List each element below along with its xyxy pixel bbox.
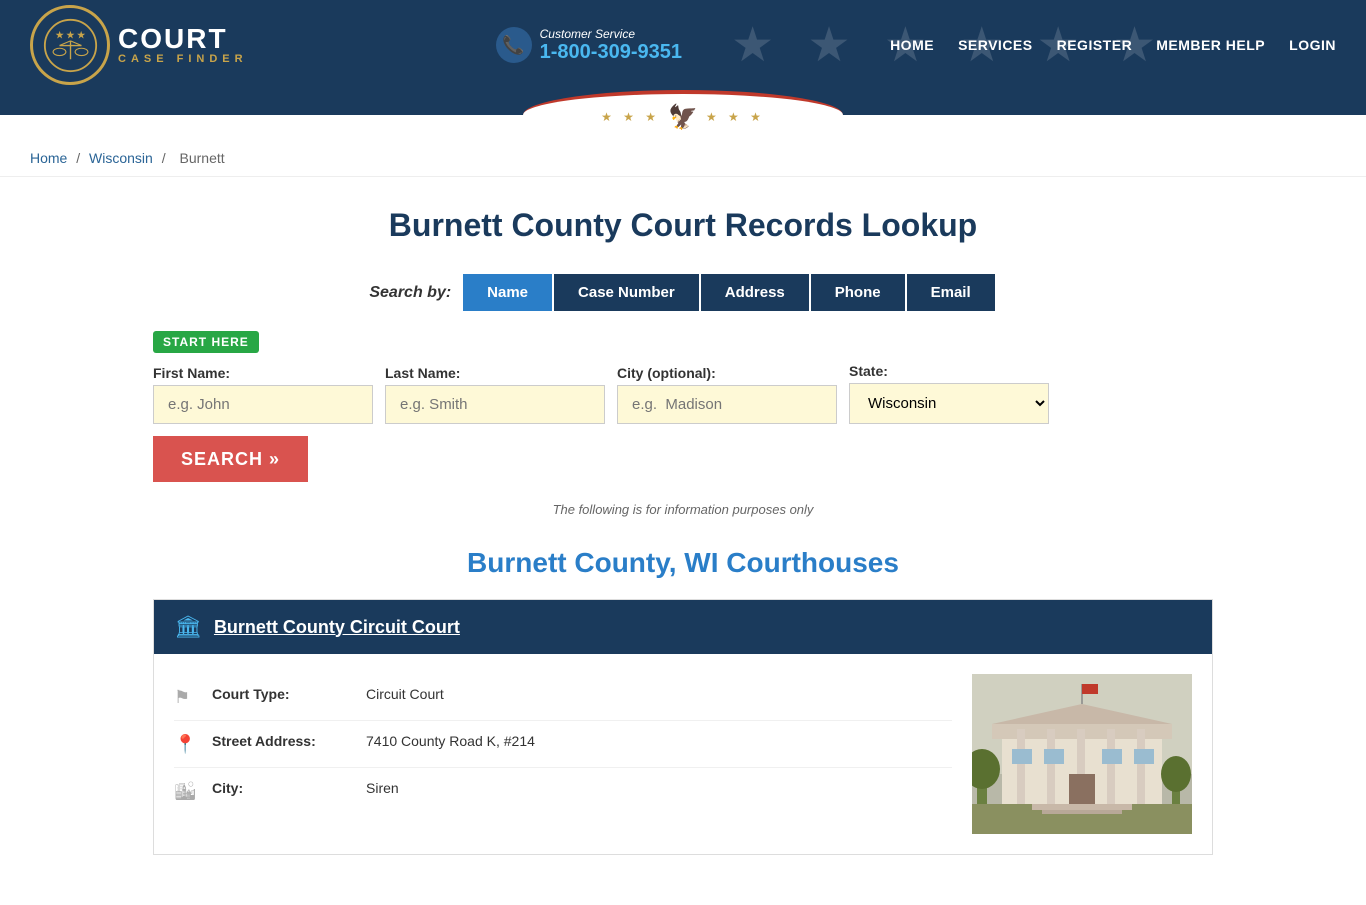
city-group: City (optional): xyxy=(617,365,837,424)
search-form: First Name: Last Name: City (optional): … xyxy=(153,363,1213,482)
last-name-label: Last Name: xyxy=(385,365,605,381)
search-button[interactable]: SEARCH » xyxy=(153,436,308,482)
court-type-label: Court Type: xyxy=(212,686,352,702)
city-icon: 🏙 xyxy=(174,781,198,802)
nav-home[interactable]: HOME xyxy=(890,37,934,53)
logo-text: COURT CASE FINDER xyxy=(118,25,248,65)
court-image xyxy=(972,674,1192,834)
logo-badge: ★ ★ ★ xyxy=(30,5,110,85)
breadcrumb-sep1: / xyxy=(76,150,84,166)
state-select[interactable]: Wisconsin xyxy=(849,383,1049,424)
tab-phone[interactable]: Phone xyxy=(811,274,905,311)
courthouse-icon: 🏛 xyxy=(174,614,202,640)
court-type-value: Circuit Court xyxy=(366,686,444,702)
stars-left: ★ ★ ★ xyxy=(601,110,660,124)
logo-subtitle: CASE FINDER xyxy=(118,53,248,65)
search-arrow-icon: » xyxy=(269,449,280,470)
search-by-label: Search by: xyxy=(369,284,451,302)
tab-case-number[interactable]: Case Number xyxy=(554,274,699,311)
city-detail-label: City: xyxy=(212,780,352,796)
svg-text:★ ★ ★: ★ ★ ★ xyxy=(54,30,86,40)
stars-right: ★ ★ ★ xyxy=(706,110,765,124)
nav-member-help[interactable]: MEMBER HELP xyxy=(1156,37,1265,53)
breadcrumb-county: Burnett xyxy=(180,150,225,166)
address-value: 7410 County Road K, #214 xyxy=(366,733,535,749)
breadcrumb-sep2: / xyxy=(162,150,170,166)
eagle-icon: 🦅 xyxy=(668,103,698,132)
court-card-body: ⚑ Court Type: Circuit Court 📍 Street Add… xyxy=(154,654,1212,854)
court-type-icon: ⚑ xyxy=(174,687,198,708)
last-name-group: Last Name: xyxy=(385,365,605,424)
court-city-row: 🏙 City: Siren xyxy=(174,768,952,814)
phone-icon: 📞 xyxy=(496,27,532,63)
site-header: ★ ★ ★ ★ ★ ★ ★ ★ ★ COURT CASE FINDER 📞 Cu… xyxy=(0,0,1366,90)
nav-login[interactable]: LOGIN xyxy=(1289,37,1336,53)
address-icon: 📍 xyxy=(174,734,198,755)
city-input[interactable] xyxy=(617,385,837,424)
city-label: City (optional): xyxy=(617,365,837,381)
tab-email[interactable]: Email xyxy=(907,274,995,311)
court-card: 🏛 Burnett County Circuit Court ⚑ Court T… xyxy=(153,599,1213,855)
eagle-banner-inner: ★ ★ ★ 🦅 ★ ★ ★ xyxy=(523,90,843,140)
search-button-label: SEARCH xyxy=(181,449,263,470)
main-nav: HOME SERVICES REGISTER MEMBER HELP LOGIN xyxy=(890,37,1336,53)
search-section: Search by: Name Case Number Address Phon… xyxy=(153,274,1213,482)
court-details: ⚑ Court Type: Circuit Court 📍 Street Add… xyxy=(174,674,952,834)
cs-number: 1-800-309-9351 xyxy=(540,41,682,64)
breadcrumb: Home / Wisconsin / Burnett xyxy=(0,140,1366,177)
nav-services[interactable]: SERVICES xyxy=(958,37,1033,53)
cs-label: Customer Service xyxy=(540,27,682,41)
logo-area: ★ ★ ★ COURT CASE FINDER xyxy=(30,5,248,85)
last-name-input[interactable] xyxy=(385,385,605,424)
city-detail-value: Siren xyxy=(366,780,399,796)
first-name-label: First Name: xyxy=(153,365,373,381)
state-label: State: xyxy=(849,363,1049,379)
cs-text: Customer Service 1-800-309-9351 xyxy=(540,27,682,64)
info-note: The following is for information purpose… xyxy=(153,502,1213,517)
court-name-link[interactable]: Burnett County Circuit Court xyxy=(214,617,460,638)
customer-service: 📞 Customer Service 1-800-309-9351 xyxy=(496,27,682,64)
eagle-content: ★ ★ ★ 🦅 ★ ★ ★ xyxy=(601,103,765,132)
first-name-input[interactable] xyxy=(153,385,373,424)
courthouses-title: Burnett County, WI Courthouses xyxy=(153,547,1213,579)
court-address-row: 📍 Street Address: 7410 County Road K, #2… xyxy=(174,721,952,768)
breadcrumb-state[interactable]: Wisconsin xyxy=(89,150,153,166)
start-here-badge: START HERE xyxy=(153,331,259,353)
address-label: Street Address: xyxy=(212,733,352,749)
first-name-group: First Name: xyxy=(153,365,373,424)
eagle-banner: ★ ★ ★ 🦅 ★ ★ ★ xyxy=(0,90,1366,140)
court-card-header: 🏛 Burnett County Circuit Court xyxy=(154,600,1212,654)
breadcrumb-home[interactable]: Home xyxy=(30,150,67,166)
logo-title: COURT xyxy=(118,25,248,53)
main-content: Burnett County Court Records Lookup Sear… xyxy=(133,177,1233,905)
court-type-row: ⚑ Court Type: Circuit Court xyxy=(174,674,952,721)
tab-name[interactable]: Name xyxy=(463,274,552,311)
search-by-row: Search by: Name Case Number Address Phon… xyxy=(153,274,1213,311)
state-group: State: Wisconsin xyxy=(849,363,1049,424)
nav-register[interactable]: REGISTER xyxy=(1057,37,1133,53)
tab-address[interactable]: Address xyxy=(701,274,809,311)
page-title: Burnett County Court Records Lookup xyxy=(153,207,1213,244)
